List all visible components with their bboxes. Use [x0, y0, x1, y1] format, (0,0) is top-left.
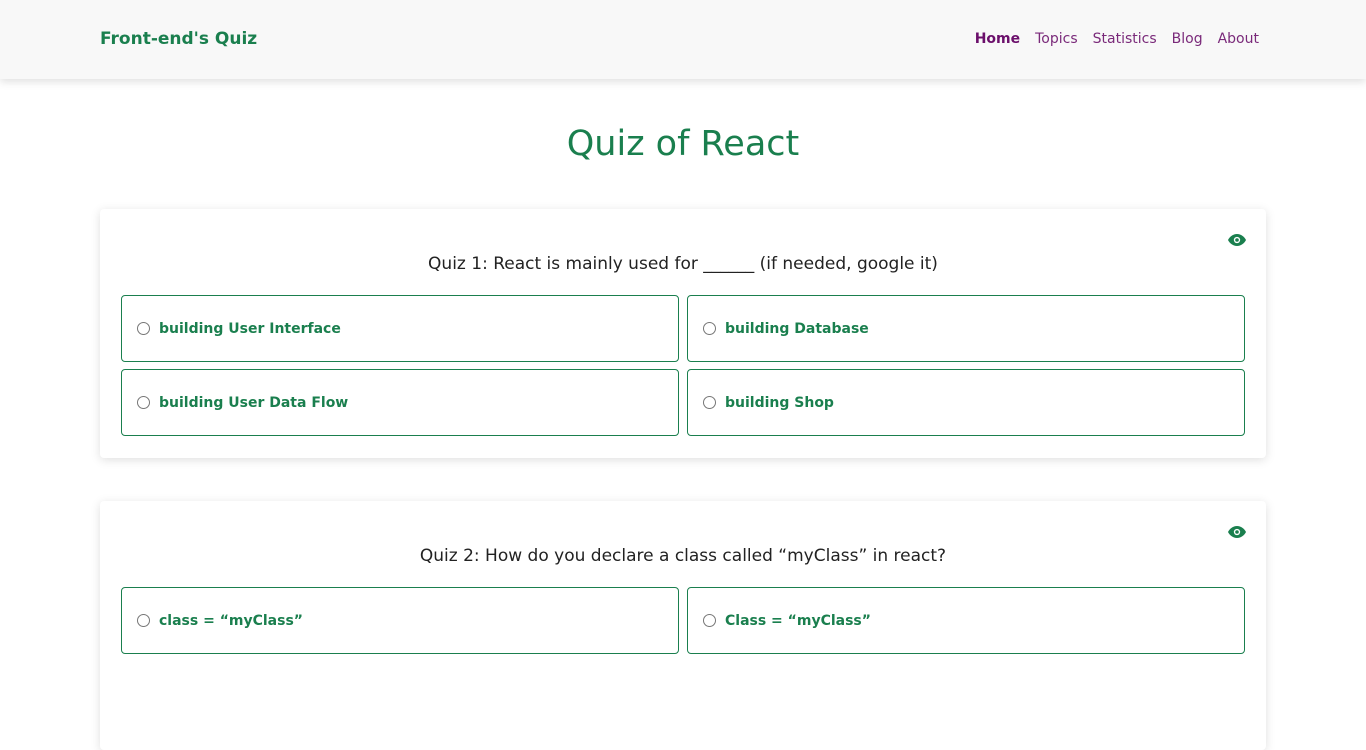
quiz-card: Quiz 1: React is mainly used for ______ … — [100, 209, 1266, 458]
nav-link-about[interactable]: About — [1218, 31, 1259, 47]
quiz-option[interactable]: building Database — [687, 295, 1245, 362]
navbar: Front-end's Quiz Home Topics Statistics … — [0, 0, 1366, 79]
brand-logo[interactable]: Front-end's Quiz — [100, 29, 257, 49]
option-label: building User Interface — [159, 320, 341, 337]
nav-link-home[interactable]: Home — [975, 31, 1020, 47]
quiz-option[interactable]: building User Data Flow — [121, 369, 679, 436]
option-label: building User Data Flow — [159, 394, 349, 411]
option-label: building Database — [725, 320, 869, 337]
nav-links: Home Topics Statistics Blog About — [975, 31, 1259, 47]
quiz-option[interactable]: building User Interface — [121, 295, 679, 362]
radio-button[interactable] — [703, 396, 716, 409]
radio-button[interactable] — [703, 614, 716, 627]
nav-link-statistics[interactable]: Statistics — [1093, 31, 1157, 47]
radio-button[interactable] — [137, 396, 150, 409]
nav-link-blog[interactable]: Blog — [1172, 31, 1203, 47]
quiz-card: Quiz 2: How do you declare a class calle… — [100, 501, 1266, 750]
eye-icon[interactable] — [1228, 233, 1246, 247]
option-label: class = “myClass” — [159, 612, 303, 629]
eye-icon[interactable] — [1228, 525, 1246, 539]
nav-link-topics[interactable]: Topics — [1035, 31, 1078, 47]
page-title: Quiz of React — [566, 124, 800, 164]
radio-button[interactable] — [137, 322, 150, 335]
quiz-question: Quiz 1: React is mainly used for ______ … — [428, 254, 938, 274]
quiz-option[interactable]: Class = “myClass” — [687, 587, 1245, 654]
radio-button[interactable] — [137, 614, 150, 627]
quiz-option[interactable]: building Shop — [687, 369, 1245, 436]
quiz-question: Quiz 2: How do you declare a class calle… — [419, 546, 947, 566]
option-label: building Shop — [725, 394, 834, 411]
quiz-option[interactable]: class = “myClass” — [121, 587, 679, 654]
radio-button[interactable] — [703, 322, 716, 335]
option-label: Class = “myClass” — [725, 612, 871, 629]
